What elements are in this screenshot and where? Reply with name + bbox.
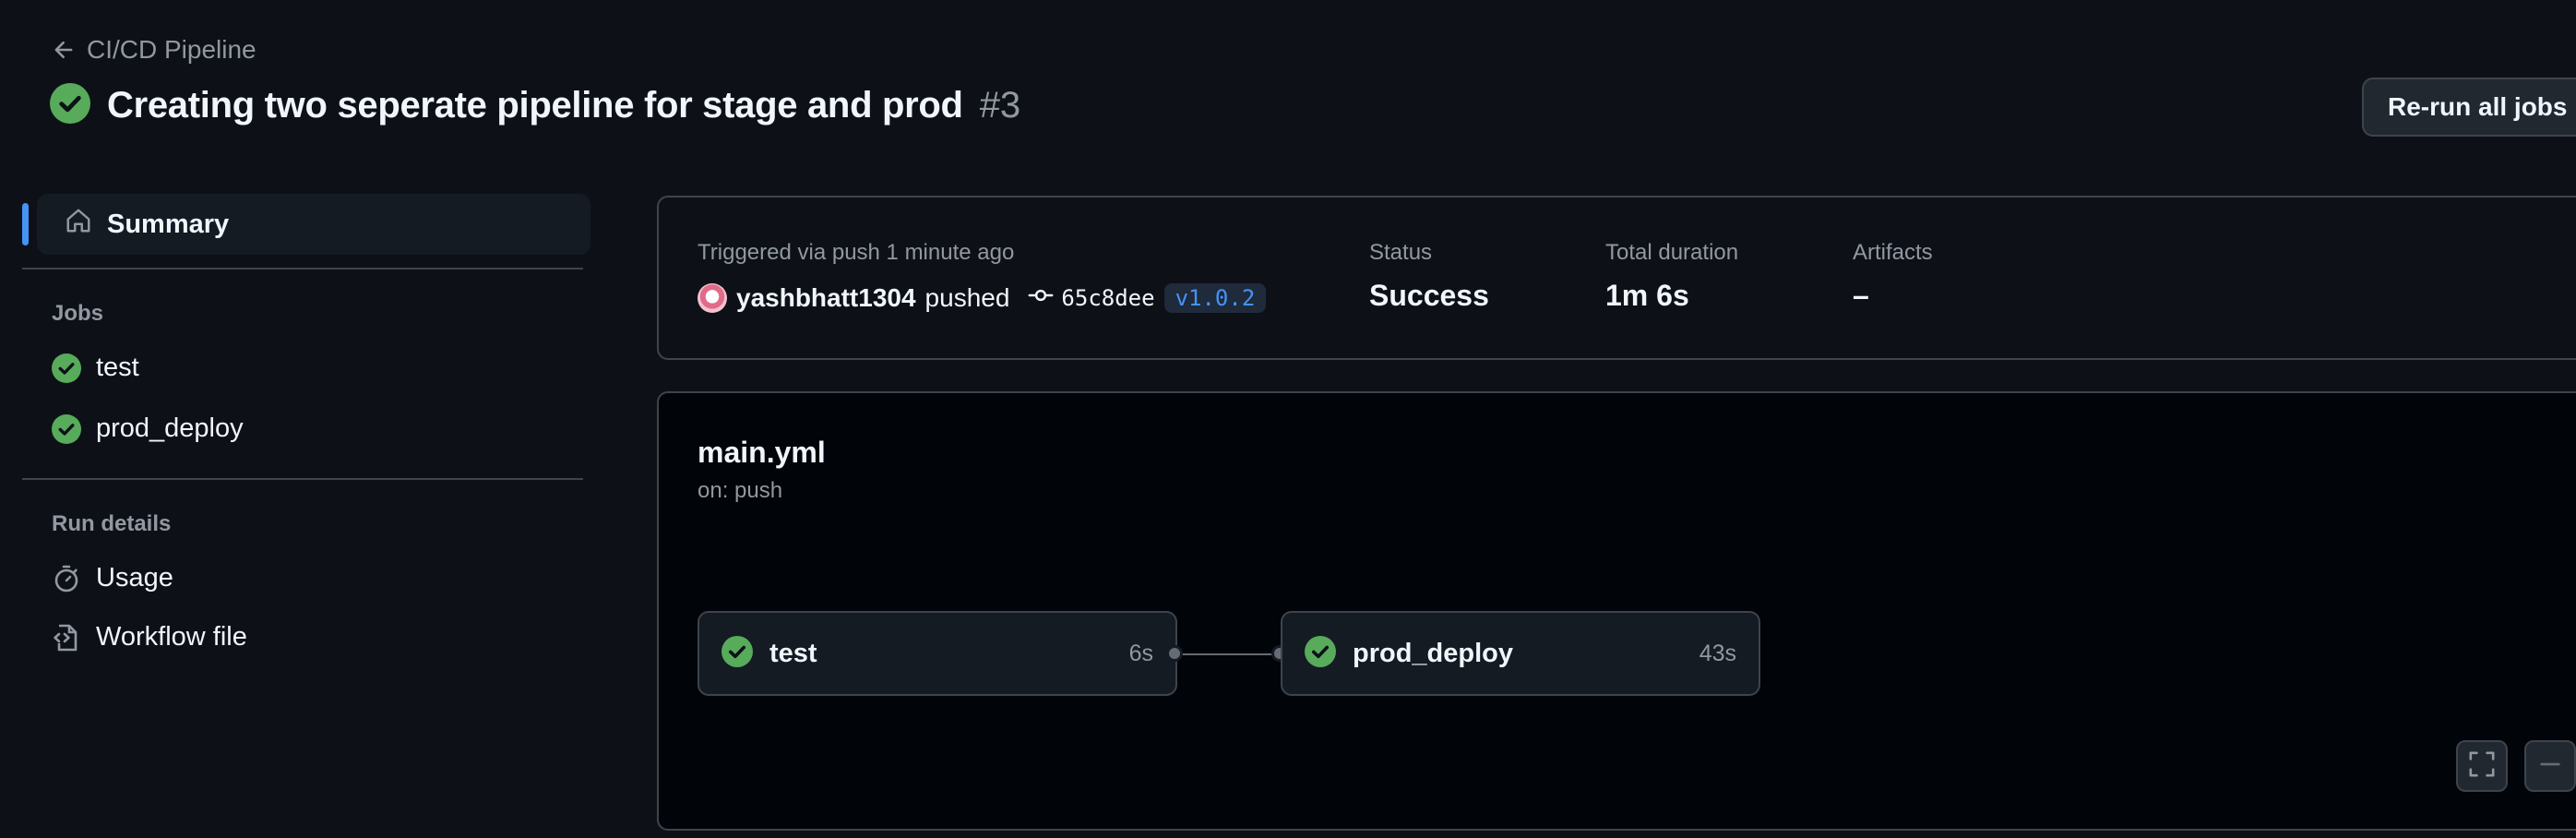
breadcrumb-workflow-link[interactable]: CI/CD Pipeline <box>87 35 256 65</box>
job-connector <box>1175 653 1281 655</box>
file-code-icon <box>52 623 81 652</box>
check-circle-icon <box>1305 635 1336 672</box>
commit[interactable]: 65c8dee <box>1028 282 1155 314</box>
commit-sha[interactable]: 65c8dee <box>1061 285 1154 311</box>
run-details-heading: Run details <box>52 511 172 536</box>
workflow-run-page: CI/CD Pipeline Creating two seperate pip… <box>0 0 2576 838</box>
sidebar-item-label: Workflow file <box>96 622 247 652</box>
sidebar-item-job-prod-deploy[interactable]: prod_deploy <box>52 413 244 444</box>
job-duration: 43s <box>1699 640 1736 666</box>
sidebar-item-label: Summary <box>107 209 230 239</box>
duration-label: Total duration <box>1605 240 1739 265</box>
status-value: Success <box>1369 279 1489 312</box>
minus-icon <box>2536 750 2564 783</box>
sidebar-item-summary[interactable]: Summary <box>37 194 590 255</box>
fullscreen-icon <box>2468 750 2496 783</box>
tag-badge[interactable]: v1.0.2 <box>1163 283 1267 313</box>
home-icon <box>65 207 92 242</box>
divider <box>22 478 583 480</box>
jobs-heading: Jobs <box>52 301 104 326</box>
check-circle-icon <box>52 413 81 444</box>
job-duration: 6s <box>1128 640 1153 666</box>
zoom-out-button[interactable] <box>2524 740 2576 792</box>
avatar[interactable] <box>698 283 727 313</box>
artifacts-label: Artifacts <box>1853 240 1933 265</box>
active-indicator <box>22 203 29 245</box>
git-commit-icon <box>1028 282 1054 314</box>
job-name: test <box>769 638 817 668</box>
divider <box>22 268 583 269</box>
trigger-text: Triggered via push 1 minute ago <box>698 240 1015 265</box>
page-title: Creating two seperate pipeline for stage… <box>50 83 1020 128</box>
rerun-all-jobs-button[interactable]: Re-run all jobs <box>2362 78 2576 137</box>
artifacts-value: – <box>1853 279 1869 312</box>
connector-node <box>1166 645 1183 662</box>
sidebar-item-label: Usage <box>96 563 173 593</box>
check-circle-icon <box>50 83 90 128</box>
action-text: pushed <box>924 283 1010 312</box>
check-circle-icon <box>52 353 81 383</box>
status-label: Status <box>1369 240 1433 265</box>
duration-value: 1m 6s <box>1605 279 1689 312</box>
stopwatch-icon <box>52 564 81 593</box>
sidebar-item-label: prod_deploy <box>96 413 244 443</box>
workflow-trigger: on: push <box>698 478 783 503</box>
trigger-details: yashbhatt1304 pushed 65c8dee v1.0.2 <box>698 282 1267 314</box>
job-name: prod_deploy <box>1353 638 1514 668</box>
sidebar-item-label: test <box>96 353 139 382</box>
workflow-name: main.yml <box>698 436 826 469</box>
workflow-graph-card: main.yml on: push test 6s prod_deploy 43… <box>657 391 2576 831</box>
sidebar-item-workflow-file[interactable]: Workflow file <box>52 622 247 652</box>
check-circle-icon <box>722 635 753 672</box>
arrow-left-icon[interactable] <box>52 38 76 62</box>
run-number: #3 <box>979 85 1021 126</box>
run-title: Creating two seperate pipeline for stage… <box>107 85 963 126</box>
job-node-test[interactable]: test 6s <box>698 611 1177 696</box>
fullscreen-button[interactable] <box>2456 740 2508 792</box>
sidebar-item-usage[interactable]: Usage <box>52 563 173 593</box>
actor-link[interactable]: yashbhatt1304 <box>736 283 916 313</box>
sidebar-item-job-test[interactable]: test <box>52 353 139 383</box>
run-summary-card: Triggered via push 1 minute ago yashbhat… <box>657 196 2576 360</box>
job-node-prod-deploy[interactable]: prod_deploy 43s <box>1281 611 1760 696</box>
breadcrumb[interactable]: CI/CD Pipeline <box>52 35 256 65</box>
